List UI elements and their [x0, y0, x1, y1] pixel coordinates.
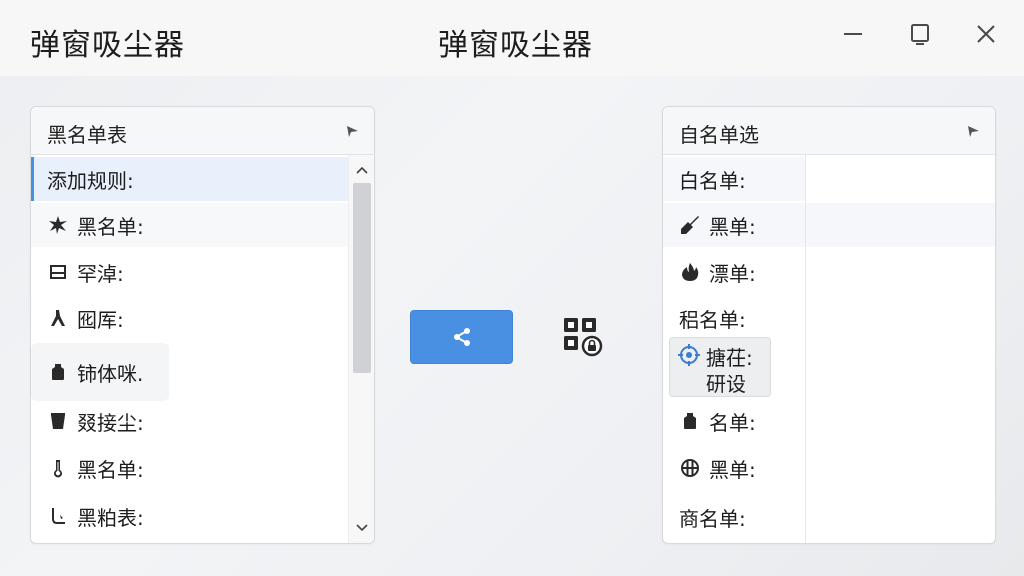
list-item-label: 黑名单: [77, 214, 144, 239]
list-item[interactable]: 罕淖: [31, 250, 349, 294]
list-item[interactable]: 商名单: [663, 495, 805, 539]
list-item[interactable]: 稆名单: [663, 296, 805, 340]
maximize-button[interactable] [902, 16, 938, 52]
list-item-chip[interactable]: 搪茌: 研设 [669, 337, 771, 397]
flame-icon [679, 261, 701, 283]
qr-lock-button[interactable] [560, 314, 606, 360]
blacklist-title: 黑名单表 [47, 123, 127, 147]
window-title: 弹窗吸尘器 [438, 28, 593, 63]
broom-icon [679, 214, 701, 236]
blacklist-panel: 黑名单表 添加规则: 黑名单: 罕淖: 囮厍: 铈体咪. 叕接尘: 黑名单: 黑… [30, 106, 375, 544]
close-button[interactable] [968, 16, 1004, 52]
column-divider [805, 155, 806, 543]
share-icon [453, 328, 470, 346]
list-item[interactable]: 黑单: [663, 446, 805, 490]
list-item-label: 叕接尘: [77, 410, 144, 435]
list-item-label: 商名单: [679, 506, 746, 531]
list-item[interactable]: 白名单: [663, 157, 805, 201]
window-icon [47, 261, 69, 283]
list-item[interactable]: 黑单: [663, 203, 805, 247]
bag-icon [47, 361, 69, 383]
bin-icon [47, 410, 69, 432]
list-item[interactable]: 叕接尘: [31, 399, 349, 443]
whitelist-expand-button[interactable] [963, 121, 983, 141]
app-title: 弹窗吸尘器 [30, 28, 185, 63]
list-item-label: 添加规则: [47, 168, 134, 193]
blacklist-expand-button[interactable] [342, 121, 362, 141]
list-item-label: 名单: [709, 410, 756, 435]
whitelist-panel: 自名单选 白名单: 黑单: 漂单: 稆名单: 搪茌: 研设 名单: 黑单: 商名… [662, 106, 996, 544]
thermometer-icon [47, 457, 69, 479]
qr-lock-icon [564, 318, 603, 357]
list-item-sublabel: 研设 [706, 372, 746, 396]
scrollbar[interactable] [348, 155, 374, 543]
list-item-label: 囮厍: [77, 307, 124, 332]
scroll-down-button[interactable] [349, 517, 374, 539]
fork-icon [47, 307, 69, 329]
chevron-up-icon [356, 166, 368, 174]
scroll-up-button[interactable] [349, 159, 374, 181]
share-button[interactable] [410, 310, 513, 364]
minimize-icon [844, 33, 862, 35]
list-item[interactable]: 漂单: [663, 250, 805, 294]
list-item-label: 漂单: [709, 261, 756, 286]
list-item-add-rule[interactable]: 添加规则: [31, 157, 349, 201]
list-item-label: 黑单: [709, 214, 756, 239]
blacklist-header: 黑名单表 [31, 107, 374, 155]
chevron-down-icon [356, 524, 368, 532]
list-item-label: 搪茌: [706, 346, 753, 370]
list-item-label: 稆名单: [679, 307, 746, 332]
arrow-icon [968, 126, 979, 137]
bag-icon [679, 410, 701, 432]
list-item[interactable]: 名单: [663, 399, 805, 443]
whitelist-header: 自名单选 [663, 107, 995, 155]
globe-icon [679, 457, 701, 479]
list-item-label: 黑单: [709, 457, 756, 482]
list-item[interactable]: 囮厍: [31, 296, 349, 340]
hook-icon [47, 505, 69, 527]
arrow-icon [347, 126, 358, 137]
splat-icon [47, 214, 69, 236]
target-icon [678, 344, 700, 366]
minimize-button[interactable] [835, 16, 871, 52]
scroll-thumb[interactable] [353, 183, 371, 373]
list-item[interactable]: 黑名单: [31, 446, 349, 490]
close-icon [977, 25, 995, 43]
list-item[interactable]: 黑名单: [31, 203, 349, 247]
list-item-label: 白名单: [679, 168, 746, 193]
list-item-label: 黑名单: [77, 457, 144, 482]
title-bar: 弹窗吸尘器 弹窗吸尘器 [0, 0, 1024, 76]
list-item-label: 黑粕表: [77, 505, 144, 530]
whitelist-title: 自名单选 [679, 123, 759, 147]
list-item[interactable]: 黑粕表: [31, 494, 349, 538]
maximize-icon [911, 24, 929, 45]
list-item[interactable]: 铈体咪. [31, 343, 169, 401]
list-item-label: 铈体咪. [77, 361, 144, 386]
list-item-label: 罕淖: [77, 261, 124, 286]
